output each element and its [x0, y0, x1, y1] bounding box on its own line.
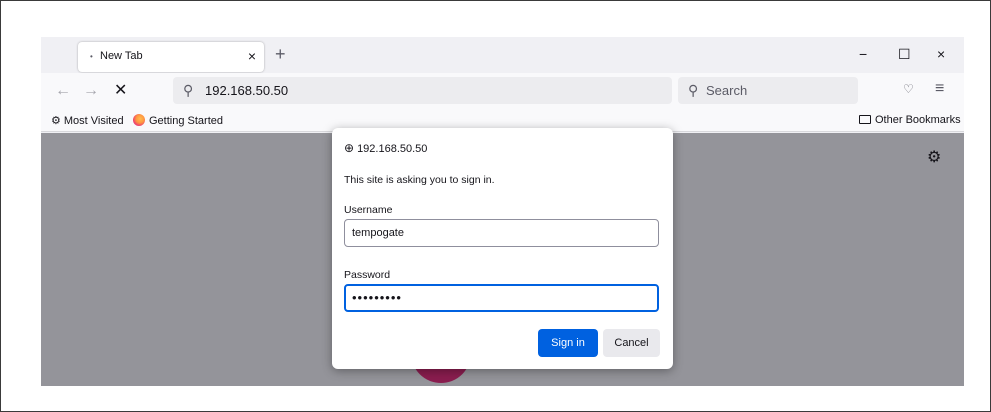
screenshot-frame: • New Tab × + − ☐ × ← → ✕ ⚲ 192.168.50.5… — [0, 0, 991, 412]
search-placeholder: Search — [706, 83, 748, 98]
username-value: tempogate — [352, 227, 404, 239]
app-menu-icon[interactable]: ≡ — [935, 80, 944, 98]
url-text[interactable]: 192.168.50.50 — [205, 83, 288, 98]
folder-icon — [859, 115, 871, 124]
bookmark-label: Getting Started — [149, 115, 223, 127]
dialog-host-text: 192.168.50.50 — [357, 143, 428, 155]
url-bar[interactable]: ⚲ 192.168.50.50 — [173, 77, 672, 104]
search-icon: ⚲ — [183, 82, 194, 98]
search-bar[interactable]: ⚲ Search — [678, 77, 858, 104]
tab-strip: • New Tab × + − ☐ × — [41, 37, 964, 73]
tab-title: New Tab — [100, 50, 143, 62]
tab-new-tab[interactable]: • New Tab × — [78, 42, 264, 72]
stop-icon[interactable]: ✕ — [114, 82, 127, 100]
username-label: Username — [344, 204, 393, 216]
bookmark-other-bookmarks[interactable]: Other Bookmarks — [859, 114, 961, 126]
dialog-message: This site is asking you to sign in. — [344, 174, 495, 186]
password-value: ••••••••• — [352, 290, 402, 305]
password-label: Password — [344, 269, 391, 281]
dialog-host: ⊕ 192.168.50.50 — [344, 141, 427, 155]
forward-icon[interactable]: → — [83, 82, 99, 100]
pocket-icon[interactable]: ♡ — [903, 82, 914, 96]
sign-in-button[interactable]: Sign in — [538, 329, 598, 357]
username-field[interactable]: tempogate — [344, 219, 659, 247]
tab-close-icon[interactable]: × — [248, 48, 256, 64]
maximize-icon[interactable]: ☐ — [898, 45, 911, 63]
cancel-button[interactable]: Cancel — [603, 329, 660, 357]
navigation-toolbar: ← → ✕ ⚲ 192.168.50.50 ⚲ Search ♡ ≡ — [41, 73, 964, 110]
bookmark-label: Other Bookmarks — [875, 114, 961, 126]
window-close-icon[interactable]: × — [937, 45, 945, 63]
firefox-logo-icon — [133, 114, 145, 126]
search-icon: ⚲ — [688, 82, 699, 98]
back-icon[interactable]: ← — [55, 82, 71, 100]
tab-loading-icon: • — [90, 52, 93, 61]
bookmark-label: Most Visited — [63, 115, 124, 127]
bookmark-most-visited[interactable]: ⚙ Most Visited — [51, 114, 124, 127]
gear-icon: ⚙ — [51, 115, 61, 127]
password-field[interactable]: ••••••••• — [344, 284, 659, 312]
bookmark-getting-started[interactable]: Getting Started — [133, 114, 223, 127]
settings-gear-icon[interactable]: ⚙ — [927, 147, 941, 167]
globe-icon: ⊕ — [344, 141, 355, 155]
auth-dialog: ⊕ 192.168.50.50 This site is asking you t… — [332, 128, 673, 369]
minimize-icon[interactable]: − — [859, 45, 867, 63]
new-tab-icon[interactable]: + — [275, 44, 286, 64]
